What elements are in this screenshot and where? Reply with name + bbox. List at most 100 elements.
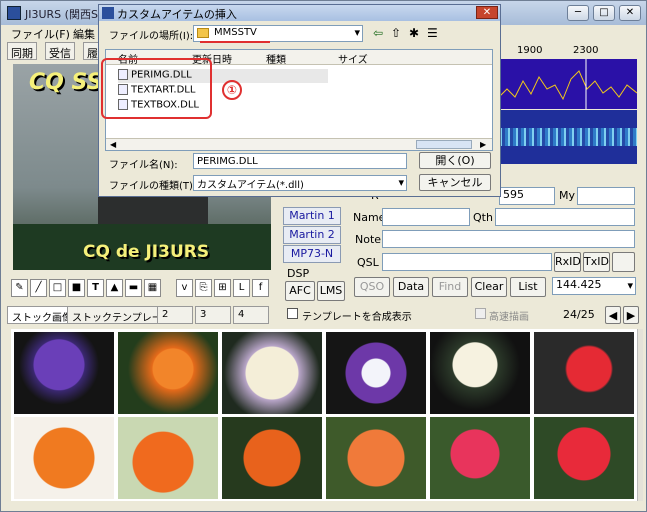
spectrum-scale: 1900 2300	[497, 45, 637, 59]
thumb-red-camellia[interactable]	[534, 417, 634, 499]
qso-button[interactable]: QSO	[354, 277, 390, 297]
data-button[interactable]: Data	[393, 277, 429, 297]
thumb-purple-clematis[interactable]	[14, 332, 114, 414]
fill-rect-tool-icon[interactable]: ■	[68, 279, 85, 297]
thumb-trumpet-vine-2[interactable]	[118, 417, 218, 499]
find-button[interactable]: Find	[432, 277, 468, 297]
afc-button[interactable]: AFC	[285, 281, 315, 301]
dialog-app-icon	[102, 7, 114, 19]
pen-tool-icon[interactable]: ✎	[11, 279, 28, 297]
text-tool-icon[interactable]: T	[87, 279, 104, 297]
compose-checkbox[interactable]	[287, 308, 298, 319]
open-button[interactable]: 開く(O)	[419, 152, 491, 169]
cancel-button[interactable]: キャンセル	[419, 174, 491, 191]
col-size[interactable]: サイズ	[338, 51, 368, 66]
scroll-left-icon[interactable]: ◀	[110, 140, 116, 149]
annotation-marker: ①	[222, 80, 242, 100]
location-select[interactable]: MMSSTV ▾	[193, 25, 363, 42]
clear-button[interactable]: Clear	[471, 277, 507, 297]
dsp-label: DSP	[287, 267, 310, 280]
mode-martin2[interactable]: Martin 2	[283, 226, 341, 244]
rect-tool-icon[interactable]: □	[49, 279, 66, 297]
thumb-orange-blossoms[interactable]	[118, 332, 218, 414]
txid-button[interactable]: TxID	[583, 252, 610, 272]
overlay-top-text: CQ SS	[29, 70, 103, 95]
location-label: ファイルの場所(I):	[109, 31, 194, 42]
waterfall-display[interactable]	[497, 110, 637, 164]
thumb-red-anthurium[interactable]	[534, 332, 634, 414]
list-button[interactable]: List	[510, 277, 546, 297]
fast-draw-label: 高速描画	[489, 312, 529, 323]
spectrum-display[interactable]	[496, 59, 638, 109]
filetype-select[interactable]: カスタムアイテム(*.dll) ▾	[193, 175, 407, 191]
filetype-label: ファイルの種類(T):	[109, 181, 197, 192]
frequency-select[interactable]: 144.425 ▾	[552, 277, 636, 295]
name-field[interactable]	[382, 208, 470, 226]
annotation-underline	[200, 41, 270, 43]
qsl-field[interactable]	[382, 253, 552, 271]
l-tool-icon[interactable]: L	[233, 279, 250, 297]
qth-field[interactable]	[495, 208, 635, 226]
back-icon[interactable]: ⇦	[373, 26, 383, 40]
minimize-button[interactable]: ─	[567, 5, 589, 21]
rst-value: 595	[503, 188, 524, 201]
tab-4[interactable]: 4	[233, 306, 269, 324]
chevron-down-icon: ▾	[627, 279, 633, 292]
filename-input[interactable]: PERIMG.DLL	[193, 153, 407, 169]
rxid-button[interactable]: RxID	[554, 252, 581, 272]
note-field[interactable]	[382, 230, 635, 248]
thumb-calla-lily[interactable]	[430, 332, 530, 414]
rec-toggle[interactable]	[612, 252, 635, 272]
qth-label: Qth	[473, 211, 493, 224]
compose-label: テンプレートを合成表示	[302, 312, 412, 323]
waterfall-band	[497, 128, 637, 146]
grid-tool-icon[interactable]: ▦	[144, 279, 161, 297]
mode-mp73n[interactable]: MP73-N	[283, 245, 341, 263]
thumb-trumpet-vine-4[interactable]	[326, 417, 426, 499]
image-tool-icon[interactable]: ▲	[106, 279, 123, 297]
new-folder-icon[interactable]: ✱	[409, 26, 419, 40]
col-type[interactable]: 種類	[266, 51, 286, 66]
spectrum-trace	[496, 59, 638, 109]
fast-draw-checkbox[interactable]	[475, 308, 486, 319]
tab-2[interactable]: 2	[157, 306, 193, 324]
v-tool-icon[interactable]: v	[176, 279, 193, 297]
grid-scrollbar[interactable]	[637, 329, 643, 501]
tab-receive[interactable]: 受信	[45, 42, 75, 60]
clip-tool-icon[interactable]: ⎘	[195, 279, 212, 297]
tab-sync[interactable]: 同期	[7, 42, 37, 60]
my-label: My	[559, 189, 576, 202]
scroll-right-icon[interactable]: ▶	[480, 140, 486, 149]
line-tool-icon[interactable]: ╱	[30, 279, 47, 297]
close-button[interactable]: ✕	[619, 5, 641, 21]
table-tool-icon[interactable]: ⊞	[214, 279, 231, 297]
thumb-pink-camellia[interactable]	[430, 417, 530, 499]
my-field[interactable]	[577, 187, 635, 205]
thumb-violet-pansy[interactable]	[326, 332, 426, 414]
lms-button[interactable]: LMS	[317, 281, 345, 301]
folder-icon	[197, 28, 209, 38]
rst-field[interactable]: 595	[499, 187, 555, 205]
maximize-button[interactable]: □	[593, 5, 615, 21]
thumb-white-lily[interactable]	[222, 332, 322, 414]
menu-file[interactable]: ファイル(F)	[11, 26, 70, 42]
draw-toolbar: ✎ ╱ □ ■ T ▲ ▬ ▦ v ⎘ ⊞ L f	[11, 279, 277, 299]
menu-edit[interactable]: 編集	[73, 26, 95, 42]
color-bar-tool-icon[interactable]: ▬	[125, 279, 142, 297]
up-folder-icon[interactable]: ⇧	[391, 26, 401, 40]
location-value: MMSSTV	[214, 27, 257, 38]
tab-3[interactable]: 3	[195, 306, 231, 324]
thumb-trumpet-vine-1[interactable]	[14, 417, 114, 499]
stock-image-grid	[11, 329, 637, 501]
prev-page-button[interactable]: ◀	[605, 306, 621, 324]
f-tool-icon[interactable]: f	[252, 279, 269, 297]
mode-martin1[interactable]: Martin 1	[283, 207, 341, 225]
frequency-value: 144.425	[556, 278, 602, 291]
scroll-thumb[interactable]	[416, 140, 472, 149]
file-list-scrollbar[interactable]: ◀ ▶	[106, 138, 492, 150]
thumb-trumpet-vine-3[interactable]	[222, 417, 322, 499]
view-menu-icon[interactable]: ☰	[427, 26, 438, 40]
next-page-button[interactable]: ▶	[623, 306, 639, 324]
dialog-close-button[interactable]: ✕	[476, 6, 498, 19]
chevron-down-icon: ▾	[354, 26, 360, 39]
